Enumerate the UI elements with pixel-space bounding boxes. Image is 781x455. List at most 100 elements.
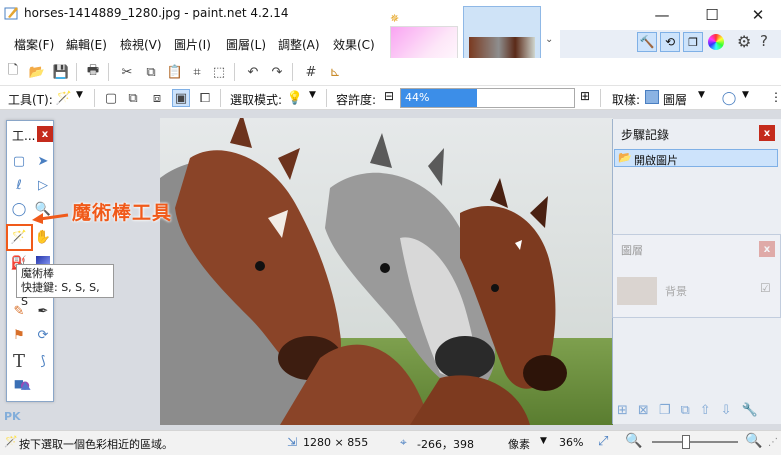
units-dropdown-icon[interactable]: ▼ xyxy=(540,436,547,446)
paste-icon[interactable]: 📋 xyxy=(166,63,184,81)
unsaved-star-icon: ✵ xyxy=(390,12,400,25)
lasso-select-tool-icon[interactable]: ℓ xyxy=(10,176,28,194)
selection-mode-exclude-icon[interactable]: ⧈ xyxy=(148,89,166,107)
tolerance-value: 44% xyxy=(405,91,430,104)
tolerance-slider[interactable]: 44% xyxy=(400,88,575,108)
flood-mode-bulb-icon[interactable]: 💡 xyxy=(286,89,304,107)
zoom-level[interactable]: 36% xyxy=(559,436,583,449)
selection-mode-replace-icon[interactable]: ▢ xyxy=(102,89,120,107)
tolerance-increase-button[interactable]: ⊞ xyxy=(580,89,590,103)
zoom-slider[interactable] xyxy=(652,441,738,443)
redo-icon[interactable]: ↷ xyxy=(268,63,286,81)
zoom-slider-thumb[interactable] xyxy=(682,435,690,449)
selection-mode-invert-icon[interactable]: ⧠ xyxy=(196,89,214,107)
layers-panel-close-button[interactable]: x xyxy=(759,241,775,257)
move-layer-up-icon[interactable]: ⇧ xyxy=(700,403,711,418)
annotation-label: 魔術棒工具 xyxy=(72,202,173,224)
menu-effects[interactable]: 效果(C) xyxy=(333,36,375,53)
tools-panel-close-button[interactable]: x xyxy=(37,126,53,142)
menu-file[interactable]: 檔案(F) xyxy=(14,36,54,53)
pan-tool-icon[interactable]: ✋ xyxy=(34,228,52,246)
merge-layer-icon[interactable]: ⧉ xyxy=(680,403,689,418)
copy-icon[interactable]: ⧉ xyxy=(142,63,160,81)
image-size: 1280 × 855 xyxy=(303,436,369,449)
move-selection-tool-icon[interactable]: ▷ xyxy=(34,176,52,194)
history-window-toggle-icon[interactable]: ⟲ xyxy=(660,32,680,52)
zoom-to-window-icon[interactable]: ⤢ xyxy=(598,434,608,449)
layer-thumbnail xyxy=(617,277,657,305)
rulers-icon[interactable]: ⊾ xyxy=(326,63,344,81)
sampling-value[interactable]: 圖層 xyxy=(663,91,687,108)
add-layer-icon[interactable]: ⊞ xyxy=(617,403,628,418)
magic-wand-highlight-box xyxy=(6,224,33,251)
new-file-icon[interactable]: 🗋 xyxy=(4,63,22,81)
tools-window-toggle-icon[interactable]: 🔨 xyxy=(637,32,657,52)
more-options-icon[interactable]: ⋮ xyxy=(770,90,781,104)
horses-photo[interactable] xyxy=(160,118,613,425)
history-item[interactable]: 📂 開啟圖片 xyxy=(614,149,778,167)
minimize-button[interactable]: — xyxy=(639,0,685,30)
clone-stamp-tool-icon[interactable]: ⚑ xyxy=(10,326,28,344)
flood-mode-dropdown-icon[interactable]: ▼ xyxy=(309,90,316,100)
current-tool-magic-wand-icon[interactable]: 🪄 xyxy=(55,89,73,107)
open-image-icon: 📂 xyxy=(618,151,632,164)
toolbar-divider xyxy=(94,89,95,107)
menu-image[interactable]: 圖片(I) xyxy=(174,36,211,53)
delete-layer-icon[interactable]: ⊠ xyxy=(638,403,649,418)
tooltip-title: 魔術棒 xyxy=(21,267,54,280)
units-selector[interactable]: 像素 xyxy=(508,436,530,452)
zoom-out-icon[interactable]: 🔍 xyxy=(625,433,642,449)
toolbar-divider xyxy=(108,63,109,81)
antialias-dropdown-icon[interactable]: ▼ xyxy=(742,90,749,100)
text-tool-icon[interactable]: T xyxy=(10,351,28,372)
menu-adjustments[interactable]: 調整(A) xyxy=(278,36,320,53)
line-curve-tool-icon[interactable]: ⟆ xyxy=(34,352,52,370)
duplicate-layer-icon[interactable]: ❐ xyxy=(659,403,671,418)
colors-window-toggle-icon[interactable] xyxy=(708,34,724,50)
image-list-dropdown-icon[interactable]: ⌄ xyxy=(545,34,553,45)
selection-mode-union-icon[interactable]: ⧉ xyxy=(124,89,142,107)
deselect-icon[interactable]: ⬚ xyxy=(210,63,228,81)
toolbar-divider xyxy=(600,89,601,107)
crop-to-selection-icon[interactable]: ⌗ xyxy=(188,63,206,81)
layers-window-toggle-icon[interactable]: ❐ xyxy=(683,32,703,52)
tolerance-label: 容許度: xyxy=(336,93,377,107)
close-window-button[interactable]: ✕ xyxy=(735,0,781,30)
maximize-button[interactable]: ☐ xyxy=(689,0,735,30)
menu-edit[interactable]: 編輯(E) xyxy=(66,36,107,53)
antialias-icon[interactable]: ◯ xyxy=(720,89,738,107)
menu-view[interactable]: 檢視(V) xyxy=(120,36,162,53)
status-hint: 按下選取一個色彩相近的區域。 xyxy=(19,438,173,451)
undo-icon[interactable]: ↶ xyxy=(244,63,262,81)
tolerance-decrease-button[interactable]: ⊟ xyxy=(384,89,394,103)
move-selected-pixels-tool-icon[interactable]: ➤ xyxy=(34,152,52,170)
print-icon[interactable]: 🖶 xyxy=(84,63,102,81)
ellipse-select-tool-icon[interactable]: ◯ xyxy=(10,200,28,218)
history-panel-close-button[interactable]: x xyxy=(759,125,775,141)
settings-gear-icon[interactable]: ⚙ xyxy=(737,32,751,51)
layer-visibility-checkbox[interactable]: ☑ xyxy=(760,281,771,295)
toolbar-divider xyxy=(76,63,77,81)
selection-mode-intersect-icon[interactable]: ▣ xyxy=(172,89,190,107)
menu-layers[interactable]: 圖層(L) xyxy=(226,36,266,53)
help-icon[interactable]: ? xyxy=(760,32,768,50)
cut-icon[interactable]: ✂ xyxy=(118,63,136,81)
zoom-in-icon[interactable]: 🔍 xyxy=(745,433,762,449)
shapes-tool-icon[interactable] xyxy=(14,376,32,394)
sampling-label: 取樣: xyxy=(612,93,641,107)
sampling-dropdown-icon[interactable]: ▼ xyxy=(698,90,705,100)
watermark: PK xyxy=(4,410,21,423)
open-file-icon[interactable]: 📂 xyxy=(28,63,46,81)
save-file-icon[interactable]: 💾 xyxy=(52,63,70,81)
rectangle-select-tool-icon[interactable]: ▢ xyxy=(10,152,28,170)
selection-mode-label: 選取模式: xyxy=(230,93,283,107)
recolor-tool-icon[interactable]: ⟳ xyxy=(34,326,52,344)
resize-grip-icon[interactable]: ⋰ xyxy=(768,437,778,448)
image-size-icon: ⇲ xyxy=(287,435,298,449)
layer-properties-icon[interactable]: 🔧 xyxy=(742,403,758,418)
tool-dropdown-arrow-icon[interactable]: ▼ xyxy=(76,90,83,100)
grid-icon[interactable]: # xyxy=(302,63,320,81)
move-layer-down-icon[interactable]: ⇩ xyxy=(721,403,732,418)
layer-name[interactable]: 背景 xyxy=(665,283,687,299)
toolbar-divider xyxy=(292,63,293,81)
